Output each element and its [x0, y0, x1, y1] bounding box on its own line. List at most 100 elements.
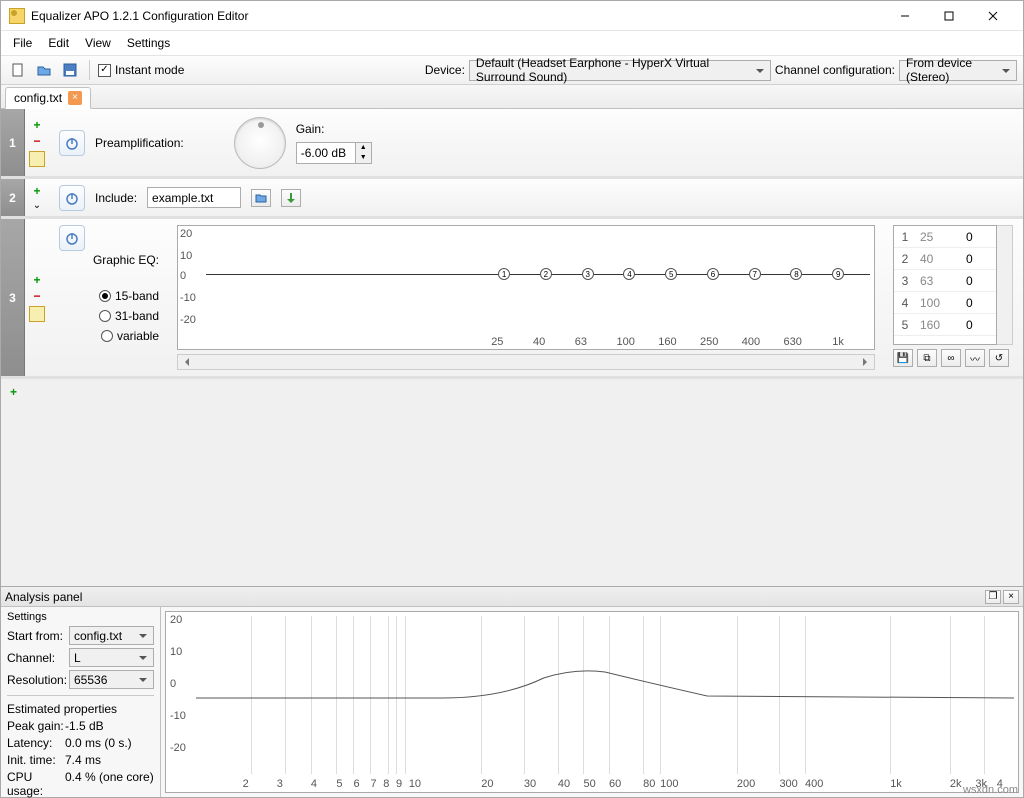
menu-edit[interactable]: Edit: [40, 33, 77, 53]
table-row[interactable]: 2400: [894, 248, 996, 270]
close-button[interactable]: [971, 3, 1015, 29]
ac-x-tick: 50: [583, 778, 595, 790]
device-select[interactable]: Default (Headset Earphone - HyperX Virtu…: [469, 60, 771, 81]
reload-include-button[interactable]: [281, 189, 301, 207]
save-file-button[interactable]: [59, 59, 81, 81]
channel-config-select[interactable]: From device (Stereo): [899, 60, 1017, 81]
ac-x-tick: 300: [779, 778, 797, 790]
ac-x-tick: 7: [370, 778, 376, 790]
radio-icon: [99, 290, 111, 302]
menu-settings[interactable]: Settings: [119, 33, 178, 53]
gain-label: Gain:: [296, 122, 372, 136]
eq-band-point[interactable]: 2: [540, 268, 552, 280]
ac-x-tick: 3: [277, 778, 283, 790]
analysis-chart[interactable]: 20 10 0 -10 -20 2 3 4 5 6 7 8 9 10 20: [165, 611, 1019, 793]
tab-close-button[interactable]: ×: [68, 91, 82, 105]
block-include: 2 + ⌄ Include:: [1, 179, 1023, 219]
eq-band-table[interactable]: 1250 2400 3630 41000 51600: [893, 225, 997, 345]
add-icon[interactable]: +: [31, 119, 44, 132]
eq-table-scrollbar[interactable]: [997, 225, 1013, 345]
block-controls: + ⌄: [25, 179, 49, 216]
ac-y-tick: 0: [170, 678, 176, 690]
eq-band-point[interactable]: 3: [582, 268, 594, 280]
eq-chart[interactable]: 20 10 0 -10 -20 1 2 3 4 5 6 7 8 9 25: [177, 225, 875, 350]
eq-x-tick: 1k: [832, 336, 844, 348]
eq-band-point[interactable]: 4: [623, 268, 635, 280]
edit-icon[interactable]: [29, 306, 45, 322]
settings-heading: Settings: [7, 611, 154, 623]
spin-down-icon[interactable]: ▼: [356, 153, 371, 163]
eq-band-point[interactable]: 1: [498, 268, 510, 280]
ac-x-tick: 9: [396, 778, 402, 790]
analysis-close-button[interactable]: ×: [1003, 590, 1019, 604]
instant-mode-toggle[interactable]: Instant mode: [98, 63, 184, 77]
channel-select[interactable]: L: [69, 648, 154, 667]
table-row[interactable]: 41000: [894, 292, 996, 314]
toolbar-separator: [89, 60, 90, 80]
ac-x-tick: 4: [311, 778, 317, 790]
minimize-button[interactable]: [883, 3, 927, 29]
remove-icon[interactable]: −: [31, 290, 44, 303]
gain-spinner[interactable]: ▲▼: [296, 142, 372, 164]
power-button[interactable]: [59, 130, 85, 156]
graphic-eq-label: Graphic EQ:: [93, 253, 159, 267]
cpu-usage-label: CPU usage:: [7, 770, 65, 798]
ac-x-tick: 6: [353, 778, 359, 790]
eq-invert-button[interactable]: 〰: [965, 349, 985, 367]
channel-label: Channel:: [7, 651, 65, 665]
table-row[interactable]: 3630: [894, 270, 996, 292]
eq-band-point[interactable]: 5: [665, 268, 677, 280]
eq-band-point[interactable]: 6: [707, 268, 719, 280]
new-file-button[interactable]: [7, 59, 29, 81]
add-icon[interactable]: +: [31, 274, 44, 287]
open-include-button[interactable]: [251, 189, 271, 207]
maximize-button[interactable]: [927, 3, 971, 29]
eq-band-point[interactable]: 8: [790, 268, 802, 280]
include-file-input[interactable]: [147, 187, 241, 208]
peak-gain-label: Peak gain:: [7, 719, 65, 733]
resolution-select[interactable]: 65536: [69, 670, 154, 689]
table-row[interactable]: 51600: [894, 314, 996, 336]
menu-file[interactable]: File: [5, 33, 40, 53]
add-block-button[interactable]: +: [7, 385, 20, 398]
block-controls: + −: [25, 219, 49, 376]
power-button[interactable]: [59, 185, 85, 211]
spin-up-icon[interactable]: ▲: [356, 143, 371, 153]
remove-icon[interactable]: −: [31, 135, 44, 148]
open-file-button[interactable]: [33, 59, 55, 81]
menu-view[interactable]: View: [77, 33, 119, 53]
tab-strip: config.txt ×: [1, 85, 1023, 109]
eq-y-tick: 10: [180, 250, 192, 262]
expand-icon[interactable]: ⌄: [33, 200, 41, 211]
tab-config[interactable]: config.txt ×: [5, 87, 91, 109]
ac-x-tick: 2: [243, 778, 249, 790]
eq-save-button[interactable]: 💾: [893, 349, 913, 367]
power-button[interactable]: [59, 225, 85, 251]
eq-band-point[interactable]: 7: [749, 268, 761, 280]
block-number: 1: [1, 109, 25, 176]
ac-x-tick: 30: [524, 778, 536, 790]
menubar: File Edit View Settings: [1, 31, 1023, 55]
gain-dial[interactable]: [234, 117, 286, 169]
eq-link-button[interactable]: ∞: [941, 349, 961, 367]
analysis-undock-button[interactable]: ❐: [985, 590, 1001, 604]
band-15-radio[interactable]: 15-band: [99, 289, 159, 303]
band-variable-radio[interactable]: variable: [101, 329, 159, 343]
edit-icon[interactable]: [29, 151, 45, 167]
add-icon[interactable]: +: [31, 184, 44, 197]
block-number: 3: [1, 219, 25, 376]
eq-reset-button[interactable]: ↺: [989, 349, 1009, 367]
ac-x-tick: 80: [643, 778, 655, 790]
gain-input[interactable]: [297, 143, 355, 163]
eq-hscrollbar[interactable]: [177, 354, 875, 370]
eq-band-point[interactable]: 9: [832, 268, 844, 280]
eq-zero-line: [206, 274, 870, 275]
start-from-select[interactable]: config.txt: [69, 626, 154, 645]
ac-y-tick: 20: [170, 614, 182, 626]
band-31-radio[interactable]: 31-band: [99, 309, 159, 323]
include-label: Include:: [95, 191, 137, 205]
eq-copy-button[interactable]: ⧉: [917, 349, 937, 367]
table-row[interactable]: 1250: [894, 226, 996, 248]
watermark: wsxdn.com: [963, 784, 1018, 796]
ac-x-tick: 8: [383, 778, 389, 790]
